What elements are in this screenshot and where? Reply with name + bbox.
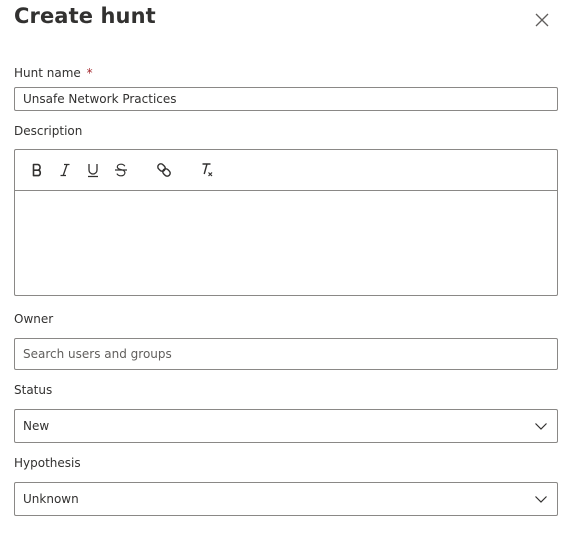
required-asterisk: * [86,66,93,80]
status-label: Status [14,383,53,397]
owner-label: Owner [14,312,54,326]
italic-button[interactable] [55,160,75,180]
status-selected-value: New [23,419,50,433]
status-dropdown[interactable]: New [14,409,558,443]
hypothesis-dropdown[interactable]: Unknown [14,482,558,516]
bold-button[interactable] [27,160,47,180]
strikethrough-button[interactable] [111,160,131,180]
owner-placeholder: Search users and groups [23,347,172,361]
bold-icon [32,163,42,177]
link-icon [157,163,171,177]
page-title: Create hunt [14,4,156,28]
hunt-name-value: Unsafe Network Practices [23,92,177,106]
formatting-toolbar [15,150,557,191]
close-icon [535,13,549,27]
underline-button[interactable] [83,160,103,180]
hypothesis-selected-value: Unknown [23,492,79,506]
clear-formatting-button[interactable] [198,160,218,180]
owner-search-input[interactable]: Search users and groups [14,338,558,370]
hypothesis-label: Hypothesis [14,456,81,470]
close-button[interactable] [533,11,551,29]
underline-icon [88,164,98,178]
hunt-name-input[interactable]: Unsafe Network Practices [14,87,558,111]
description-text-area[interactable] [15,191,557,295]
chevron-down-icon [535,423,547,430]
insert-link-button[interactable] [154,160,174,180]
hunt-name-label: Hunt name * [14,66,93,80]
description-label: Description [14,124,83,138]
italic-icon [60,163,70,177]
strikethrough-icon [115,163,127,177]
hunt-name-label-text: Hunt name [14,66,81,80]
description-editor [14,149,558,296]
clear-formatting-icon [202,163,213,177]
chevron-down-icon [535,496,547,503]
